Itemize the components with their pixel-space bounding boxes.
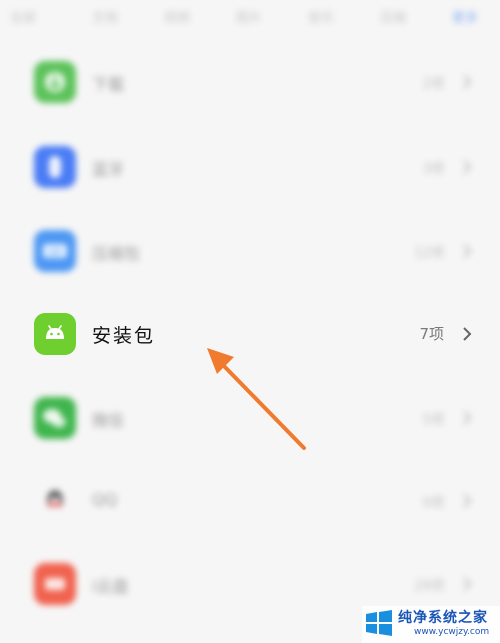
windows-logo-icon — [366, 610, 392, 636]
category-row-download[interactable]: 下载 2项 — [0, 61, 500, 121]
category-label: QQ — [92, 490, 118, 509]
wechat-icon — [34, 397, 76, 439]
category-row-install-packages[interactable]: 安装包 7项 — [0, 313, 500, 373]
svg-text:ZIP: ZIP — [49, 248, 62, 257]
tab-video[interactable]: 视频 — [164, 7, 190, 26]
watermark-title: 纯净系统之家 — [398, 610, 488, 626]
download-icon — [34, 61, 76, 103]
category-tab-bar: 全部 文档 视频 图片 音乐 压缩 更多 — [0, 0, 500, 34]
category-count: 12项 — [414, 246, 444, 261]
chevron-right-icon — [463, 494, 472, 508]
android-icon — [34, 313, 76, 355]
chevron-right-icon — [463, 327, 472, 341]
category-label: 微信 — [92, 411, 125, 430]
tab-music[interactable]: 音乐 — [308, 7, 334, 26]
category-count: 0项 — [422, 496, 444, 511]
chevron-right-icon — [463, 244, 472, 258]
category-count: 29项 — [414, 579, 444, 594]
category-label: i云盘 — [92, 577, 129, 596]
category-label: 蓝牙 — [92, 160, 125, 179]
watermark-url: www.ycwjzy.com — [414, 627, 490, 637]
tab-archives[interactable]: 压缩 — [380, 7, 406, 26]
category-count: 3项 — [422, 162, 444, 177]
category-label: 安装包 — [92, 325, 156, 347]
tab-all[interactable]: 全部 — [10, 7, 36, 26]
category-row-bluetooth[interactable]: 蓝牙 3项 — [0, 146, 500, 206]
qq-icon — [34, 480, 76, 522]
zip-icon: ZIP — [34, 230, 76, 272]
category-label: 下载 — [92, 75, 125, 94]
category-row-wechat[interactable]: 微信 5项 — [0, 397, 500, 457]
chevron-right-icon — [463, 160, 472, 174]
category-count: 2项 — [422, 77, 444, 92]
chevron-right-icon — [463, 411, 472, 425]
category-row-archives[interactable]: ZIP 压缩包 12项 — [0, 230, 500, 290]
category-row-qq[interactable]: QQ 0项 — [0, 480, 500, 540]
watermark: 纯净系统之家 www.ycwjzy.com — [362, 606, 500, 643]
bluetooth-icon — [34, 146, 76, 188]
tab-images[interactable]: 图片 — [236, 7, 262, 26]
category-count: 5项 — [422, 413, 444, 428]
category-count: 7项 — [419, 325, 444, 343]
chevron-right-icon — [463, 577, 472, 591]
tab-docs[interactable]: 文档 — [92, 7, 118, 26]
tab-more[interactable]: 更多 — [452, 7, 478, 26]
chevron-right-icon — [463, 75, 472, 89]
cloud-icon — [34, 563, 76, 605]
category-label: 压缩包 — [92, 244, 141, 263]
